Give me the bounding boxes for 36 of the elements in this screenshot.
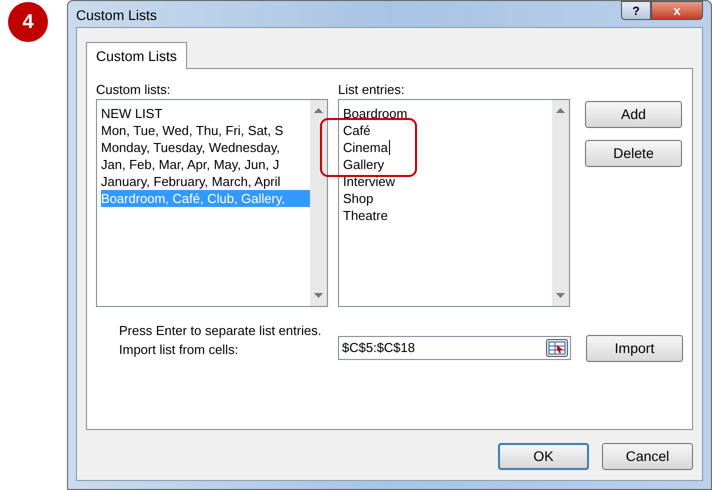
import-label: Import list from cells: <box>119 341 240 359</box>
list-entries-label: List entries: <box>338 81 406 99</box>
list-entry: Gallery <box>343 156 384 173</box>
side-button[interactable]: Add <box>585 101 682 128</box>
list-entry: Interview <box>343 173 396 190</box>
import-button[interactable]: Import <box>586 335 683 362</box>
list-entry: Café <box>343 122 370 139</box>
help-button[interactable]: ? <box>621 1 651 20</box>
step-badge: 4 <box>8 2 48 42</box>
custom-lists-label: Custom lists: <box>96 81 172 99</box>
list-item[interactable]: Jan, Feb, Mar, Apr, May, Jun, J <box>101 156 310 173</box>
list-item[interactable]: January, February, March, April <box>101 173 310 190</box>
custom-lists-listbox[interactable]: NEW LIST Mon, Tue, Wed, Thu, Fri, Sat, S Monday, Tuesday, Wednesday, Jan, Feb, Mar, Apr, May, Jun, J January, February, March, April Boardroom, Café, Club, Gallery, <box>96 99 328 307</box>
scroll-down-icon[interactable] <box>314 293 323 298</box>
list-item[interactable]: Mon, Tue, Wed, Thu, Fri, Sat, S <box>101 122 310 139</box>
window-title: Custom Lists <box>76 6 157 25</box>
range-select-icon[interactable] <box>546 339 568 357</box>
list-item[interactable]: NEW LIST <box>101 105 310 122</box>
list-entries-box[interactable]: Boardroom Café Cinema Gallery Interview Shop Theatre <box>338 99 570 307</box>
list-entry: Shop <box>343 190 374 207</box>
hint-text: Press Enter to separate list entries. <box>119 322 322 340</box>
close-button[interactable]: x <box>651 1 703 20</box>
list-entry: Cinema <box>343 139 388 156</box>
scroll-up-icon[interactable] <box>314 108 323 113</box>
dialog-button[interactable]: OK <box>498 443 589 470</box>
scroll-down-icon[interactable] <box>556 293 565 298</box>
side-button[interactable]: Delete <box>585 140 682 167</box>
tab[interactable]: Custom Lists <box>86 42 187 69</box>
scroll-up-icon[interactable] <box>556 108 565 113</box>
list-entry: Theatre <box>343 207 388 224</box>
scrollbar[interactable] <box>310 100 327 306</box>
list-entry: Boardroom <box>343 105 408 122</box>
scrollbar[interactable] <box>552 100 569 306</box>
list-item[interactable]: Monday, Tuesday, Wednesday, <box>101 139 310 156</box>
dialog-button[interactable]: Cancel <box>602 443 693 470</box>
import-range-field[interactable]: $C$5:$C$18 <box>338 336 571 360</box>
